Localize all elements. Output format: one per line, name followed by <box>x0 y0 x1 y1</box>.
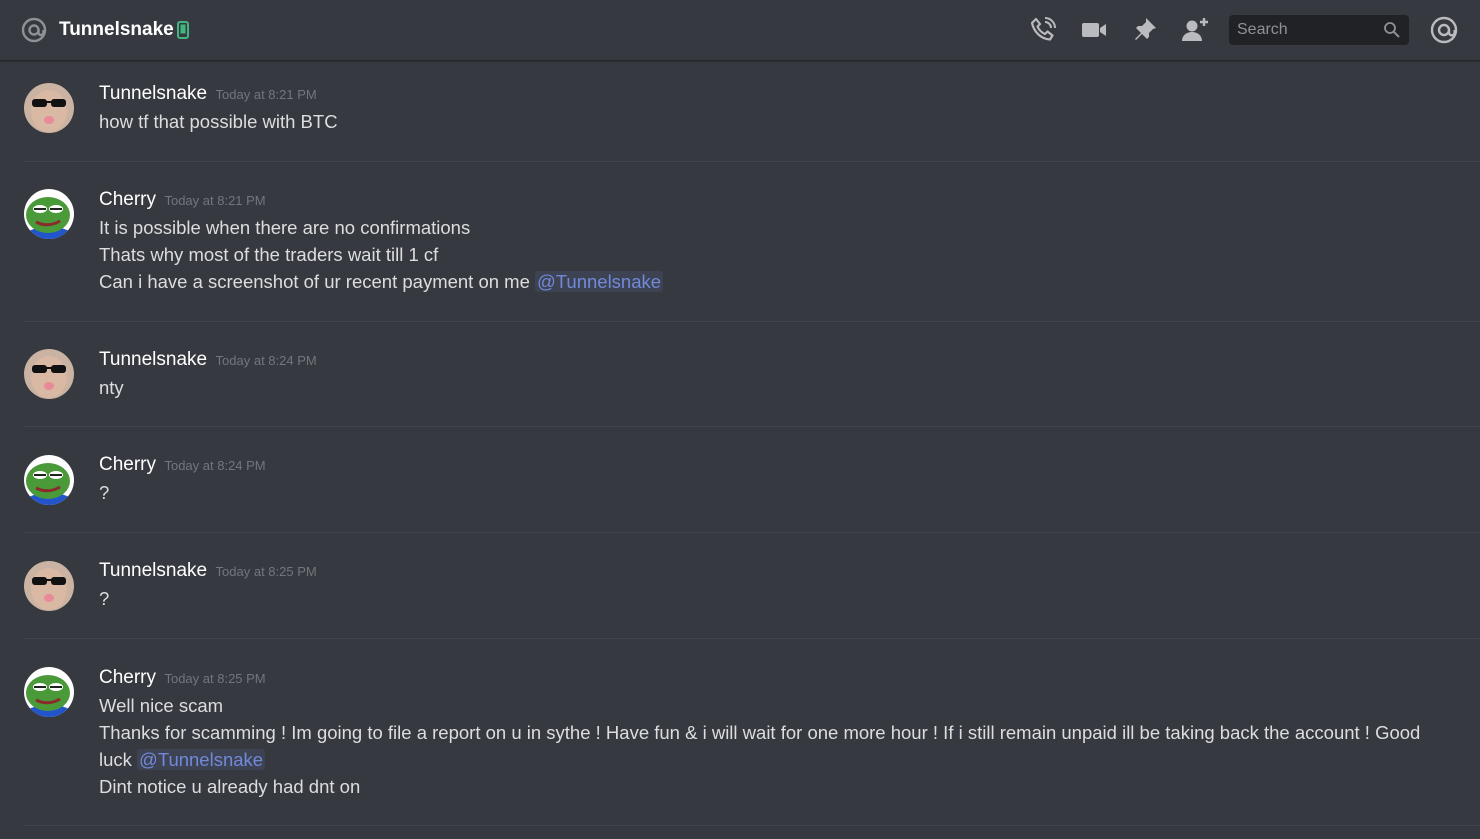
add-friend-icon[interactable] <box>1180 15 1210 45</box>
user-avatar-image <box>24 667 74 717</box>
message-text: Thanks for scamming ! Im going to file a… <box>99 722 1421 743</box>
mentions-icon[interactable] <box>1429 15 1459 45</box>
avatar[interactable] <box>24 561 74 611</box>
author-name[interactable]: Tunnelsnake <box>99 560 207 581</box>
author-name[interactable]: Cherry <box>99 189 156 210</box>
timestamp: Today at 8:25 PM <box>164 671 266 686</box>
avatar[interactable] <box>24 349 74 399</box>
channel-header: Tunnelsnake Search <box>0 0 1480 61</box>
message-text: ? <box>99 482 110 503</box>
pin-icon[interactable] <box>1129 15 1159 45</box>
timestamp: Today at 8:24 PM <box>164 458 266 473</box>
avatar[interactable] <box>24 667 74 717</box>
message-group: Tunnelsnake Today at 8:21 PM how tf that… <box>24 61 1480 162</box>
message-text: luck @Tunnelsnake <box>99 746 1459 773</box>
message-text: Can i have a screenshot of ur recent pay… <box>99 268 1459 295</box>
author-name[interactable]: Cherry <box>99 667 156 688</box>
user-avatar-image <box>24 189 74 239</box>
message-group: Cherry Today at 8:24 PM ? <box>24 427 1480 533</box>
avatar[interactable] <box>24 189 74 239</box>
message-group: Tunnelsnake Today at 8:25 PM ? <box>24 533 1480 639</box>
message-text: ? <box>99 588 110 609</box>
message-text: Thats why most of the traders wait till … <box>99 244 439 265</box>
message-text: nty <box>99 377 124 398</box>
search-bar[interactable]: Search <box>1229 15 1409 45</box>
author-name[interactable]: Tunnelsnake <box>99 83 207 104</box>
avatar[interactable] <box>24 455 74 505</box>
channel-name: Tunnelsnake <box>59 19 174 40</box>
user-avatar-image <box>24 349 74 399</box>
user-avatar-image <box>24 561 74 611</box>
at-icon <box>21 17 47 43</box>
timestamp: Today at 8:24 PM <box>215 353 317 368</box>
message-text: Well nice scam <box>99 695 224 716</box>
timestamp: Today at 8:25 PM <box>215 564 317 579</box>
timestamp: Today at 8:21 PM <box>215 87 317 102</box>
author-name[interactable]: Cherry <box>99 454 156 475</box>
author-name[interactable]: Tunnelsnake <box>99 349 207 370</box>
message-text-part: Can i have a screenshot of ur recent pay… <box>99 271 530 292</box>
message-group: Cherry Today at 8:25 PM Well nice scam T… <box>24 639 1480 826</box>
user-avatar-image <box>24 83 74 133</box>
video-call-icon[interactable] <box>1079 15 1109 45</box>
avatar[interactable] <box>24 83 74 133</box>
search-input[interactable]: Search <box>1237 21 1288 39</box>
message-text: how tf that possible with BTC <box>99 111 338 132</box>
message-text: Dint notice u already had dnt on <box>99 776 361 797</box>
user-mention[interactable]: @Tunnelsnake <box>137 749 266 770</box>
message-text-part: luck <box>99 749 132 770</box>
search-icon <box>1384 22 1400 38</box>
message-group: Cherry Today at 8:21 PM It is possible w… <box>24 162 1480 322</box>
timestamp: Today at 8:21 PM <box>164 193 266 208</box>
message-text: It is possible when there are no confirm… <box>99 217 471 238</box>
mobile-icon <box>177 21 189 39</box>
voice-call-icon[interactable] <box>1028 15 1058 45</box>
user-mention[interactable]: @Tunnelsnake <box>535 271 664 292</box>
user-avatar-image <box>24 455 74 505</box>
message-group: Tunnelsnake Today at 8:24 PM nty <box>24 322 1480 427</box>
message-list: Tunnelsnake Today at 8:21 PM how tf that… <box>0 61 1480 826</box>
